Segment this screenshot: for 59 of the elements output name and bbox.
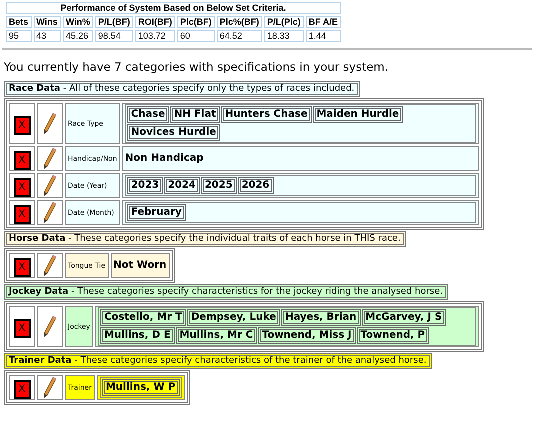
- column-header: Wins: [34, 16, 61, 28]
- pencil-icon[interactable]: [43, 254, 57, 277]
- section-header: Jockey Data - These categories specify characteristics for the jockey riding the analysed horse.: [4, 284, 448, 300]
- table-cell: 95: [6, 30, 32, 42]
- table-cell: 45.26: [62, 30, 94, 42]
- table-cell: 18.33: [264, 30, 304, 42]
- pencil-icon[interactable]: [43, 174, 57, 197]
- column-header: BF A/E: [306, 16, 342, 28]
- table-cell: 98.54: [95, 30, 134, 42]
- table-cell: 64.52: [216, 30, 262, 42]
- pencil-icon[interactable]: [43, 201, 57, 224]
- column-header: P/L(Plc): [264, 16, 304, 28]
- value-tag: Novices Hurdle: [127, 124, 220, 141]
- delete-button[interactable]: X: [14, 150, 30, 170]
- value-tag: February: [127, 204, 186, 221]
- table-cell: 60: [177, 30, 215, 42]
- pencil-icon[interactable]: [43, 147, 57, 170]
- section-header: Horse Data - These categories specify the individual traits of each horse in THIS race.: [4, 231, 406, 247]
- value-tag: Dempsey, Luke: [187, 309, 280, 326]
- table-cell: 1.44: [306, 30, 342, 42]
- column-header: Plc(BF): [177, 16, 215, 28]
- value-tag: Mullins, W P: [102, 379, 180, 396]
- value-tag: Chase: [127, 106, 170, 123]
- value-tag: Costello, Mr T: [100, 309, 186, 326]
- value-tag: Townend, P: [356, 327, 430, 344]
- column-header: Win%: [62, 16, 94, 28]
- value-tag: Mullins, Mr C: [176, 327, 258, 344]
- column-header: Plc%(BF): [216, 16, 262, 28]
- delete-button[interactable]: X: [14, 318, 30, 338]
- value-tag: Mullins, D E: [100, 327, 175, 344]
- column-header: P/L(BF): [95, 16, 134, 28]
- table-cell: 103.72: [135, 30, 176, 42]
- delete-button[interactable]: X: [14, 178, 30, 196]
- column-header: Bets: [6, 16, 32, 28]
- value-tag: 2024: [164, 177, 200, 194]
- section-header: Trainer Data - These categories specify characteristics of the trainer of the analysed horse.: [4, 353, 432, 369]
- value-tag: 2023: [127, 177, 164, 194]
- value-tag: Hunters Chase: [221, 106, 312, 123]
- value-tag: Townend, Miss J: [258, 327, 356, 344]
- category-value: Non Handicap: [122, 146, 479, 171]
- value-tag: Hayes, Brian: [281, 309, 361, 326]
- value-tag: NH Flat: [170, 106, 220, 123]
- value-tag: 2025: [200, 177, 237, 194]
- delete-button[interactable]: X: [14, 116, 30, 134]
- pencil-icon[interactable]: [43, 112, 57, 135]
- section-header: Race Data - All of these categories specify only the types of races included.: [4, 81, 360, 97]
- pencil-icon[interactable]: [43, 315, 57, 338]
- delete-button[interactable]: X: [14, 258, 30, 276]
- category-value: Not Worn: [110, 253, 170, 278]
- summary-text: You currently have 7 categories with specifications in your system.: [4, 60, 390, 74]
- table-cell: 43: [34, 30, 61, 42]
- value-tag: 2026: [238, 177, 274, 194]
- pencil-icon[interactable]: [43, 376, 57, 399]
- delete-button[interactable]: X: [14, 380, 30, 398]
- column-header: ROI(BF): [135, 16, 176, 28]
- table-title: Performance of System Based on Below Set Criteria.: [6, 2, 342, 14]
- value-tag: McGarvey, J S: [362, 309, 446, 326]
- delete-button[interactable]: X: [14, 204, 30, 224]
- value-tag: Maiden Hurdle: [312, 106, 404, 123]
